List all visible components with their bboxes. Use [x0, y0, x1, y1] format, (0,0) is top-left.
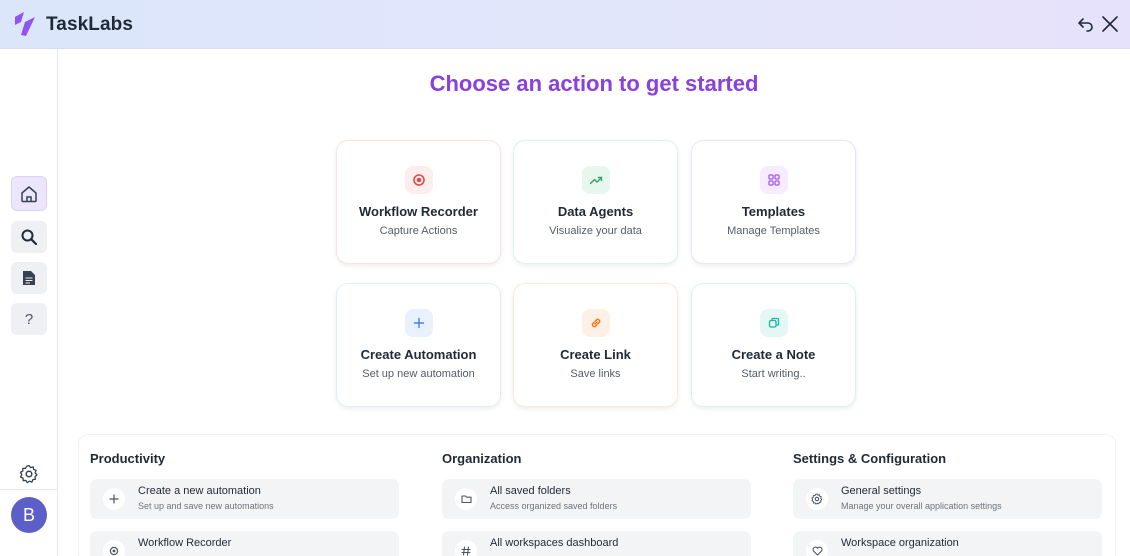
grid-icon [760, 166, 788, 194]
list-item-subtitle: Access organized saved folders [490, 501, 618, 511]
card-subtitle: Manage Templates [727, 225, 820, 237]
section-title-settings: Settings & Configuration [793, 451, 947, 466]
list-item-general-settings[interactable]: General settings Manage your overall app… [793, 479, 1102, 519]
card-title: Templates [741, 204, 806, 219]
title-bar: TaskLabs [0, 0, 1130, 49]
list-item-workflow-recorder[interactable]: Workflow Recorder [90, 531, 399, 556]
list-item-create-automation[interactable]: Create a new automation Set up and save … [90, 479, 399, 519]
card-subtitle: Capture Actions [379, 225, 458, 237]
list-item-workspace-organization[interactable]: Workspace organization [793, 531, 1102, 556]
app-title: TaskLabs [46, 14, 134, 35]
search-icon [21, 229, 38, 246]
plus-icon [405, 309, 433, 337]
folder-icon [455, 488, 477, 510]
record-icon [405, 166, 433, 194]
plus-icon [103, 488, 125, 510]
card-subtitle: Save links [570, 368, 621, 380]
list-item-title: Workspace organization [841, 537, 959, 549]
list-item-title: All saved folders [490, 485, 571, 497]
card-workflow-recorder[interactable]: Workflow Recorder Capture Actions [336, 140, 501, 264]
sidebar-item-help[interactable]: ? [11, 303, 47, 335]
card-subtitle: Visualize your data [549, 225, 642, 237]
back-button[interactable] [1075, 13, 1097, 35]
heart-icon [806, 540, 828, 556]
card-create-note[interactable]: Create a Note Start writing.. [691, 283, 856, 407]
card-title: Create Link [560, 347, 631, 362]
home-icon [21, 185, 37, 202]
page-title: Choose an action to get started [429, 71, 759, 96]
card-data-agents[interactable]: Data Agents Visualize your data [513, 140, 678, 264]
list-item-title: General settings [841, 485, 922, 497]
undo-icon [1078, 18, 1093, 32]
list-item-workspaces-dashboard[interactable]: All workspaces dashboard [442, 531, 751, 556]
card-subtitle: Set up new automation [362, 368, 475, 380]
sidebar-item-documents[interactable] [11, 262, 47, 294]
sidebar-divider [0, 489, 58, 490]
gear-icon [806, 488, 828, 510]
list-item-subtitle: Set up and save new automations [138, 501, 274, 511]
card-title: Data Agents [557, 204, 634, 219]
card-title: Create a Note [731, 347, 816, 362]
section-title-organization: Organization [442, 451, 522, 466]
list-item-saved-folders[interactable]: All saved folders Access organized saved… [442, 479, 751, 519]
trending-up-icon [582, 166, 610, 194]
sidebar: ? B [0, 49, 58, 556]
gear-icon [19, 464, 38, 484]
card-create-link[interactable]: Create Link Save links [513, 283, 678, 407]
card-templates[interactable]: Templates Manage Templates [691, 140, 856, 264]
section-title-productivity: Productivity [90, 451, 166, 466]
hash-icon [455, 540, 477, 556]
card-create-automation[interactable]: Create Automation Set up new automation [336, 283, 501, 407]
sidebar-item-home[interactable] [11, 176, 47, 211]
list-item-title: All workspaces dashboard [490, 537, 619, 549]
card-title: Workflow Recorder [359, 204, 478, 219]
help-icon: ? [24, 310, 34, 328]
close-icon [1102, 16, 1118, 32]
link-icon [582, 309, 610, 337]
list-item-title: Workflow Recorder [138, 537, 232, 549]
app-logo-icon [15, 12, 35, 36]
avatar[interactable]: B [11, 497, 47, 533]
list-item-subtitle: Manage your overall application settings [841, 501, 1002, 511]
list-item-title: Create a new automation [138, 485, 261, 497]
sidebar-item-search[interactable] [11, 221, 47, 253]
record-icon [103, 540, 125, 556]
copy-icon [760, 309, 788, 337]
card-subtitle: Start writing.. [741, 368, 806, 380]
settings-button[interactable] [17, 462, 41, 486]
document-icon [23, 271, 35, 285]
card-title: Create Automation [360, 347, 477, 362]
close-button[interactable] [1099, 13, 1121, 35]
